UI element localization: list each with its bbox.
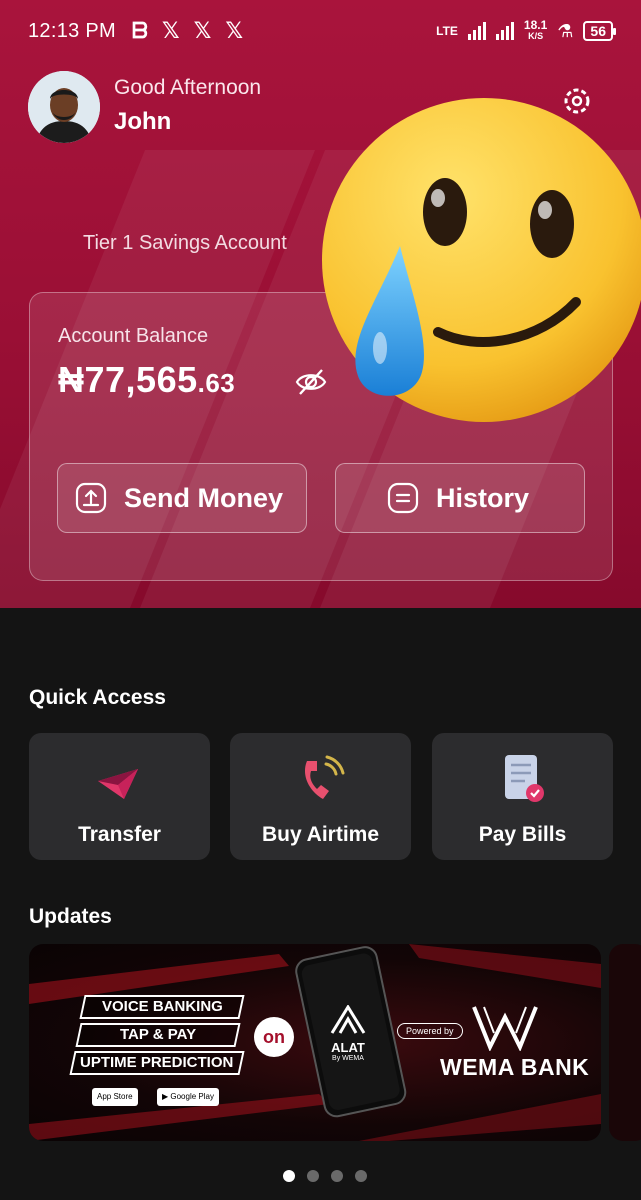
history-button[interactable]: History [335,463,585,533]
powered-by-badge: Powered by [397,1023,463,1039]
banner-on-badge: on [254,1017,294,1057]
user-name: John [114,108,172,135]
quick-access-title: Quick Access [29,686,166,709]
b-app-icon: ᗷ [132,18,148,43]
banner-pagination [283,1170,367,1182]
greeting-text: Good Afternoon [114,76,262,99]
x-icon: 𝕏 [161,18,180,43]
banner-feature-voice-banking: VOICE BANKING [79,995,245,1019]
account-tier-label[interactable]: Tier 1 Savings Account [83,232,287,255]
quick-access-transfer[interactable]: Transfer [29,733,210,860]
wema-logo-icon [472,1006,538,1051]
updates-title: Updates [29,905,112,928]
quick-access-buy-airtime[interactable]: Buy Airtime [230,733,411,860]
transfer-plane-icon [98,769,138,799]
pagination-dot-2[interactable] [307,1170,319,1182]
quick-access-pay-bills[interactable]: Pay Bills [432,733,613,860]
quick-access-label: Buy Airtime [261,823,380,846]
network-speed: 18.1 K/S [523,18,548,41]
quick-access-label: Pay Bills [478,823,567,846]
app-store-badge: App Store [92,1088,138,1106]
send-money-button[interactable]: Send Money [57,463,307,533]
banner-feature-tap-pay: TAP & PAY [75,1023,241,1047]
x-icon: 𝕏 [193,18,212,43]
quick-access-label: Transfer [78,823,161,846]
alat-logo-icon [330,1004,366,1034]
avatar[interactable] [28,71,100,143]
wema-bank-name: WEMA BANK [440,1054,590,1080]
network-label: LTE [436,24,458,38]
bill-document-icon [505,755,544,802]
balance-label: Account Balance [58,325,209,347]
status-bar: 12:13 PM ᗷ 𝕏 𝕏 𝕏 LTE 18.1 K/S ⚗ 56 [0,0,641,62]
signal-icon [467,22,486,40]
status-time: 12:13 PM [28,19,117,42]
battery-icon: 56 [583,21,616,41]
crying-smile-emoji-icon [322,98,641,422]
banner-feature-uptime: UPTIME PREDICTION [69,1051,245,1075]
alat-logo: ALAT By WEMA [318,1004,378,1062]
balance-amount: ₦77,565.63 [58,359,236,400]
phone-signal-icon [304,755,345,799]
pagination-dot-4[interactable] [355,1170,367,1182]
history-list-icon [387,482,419,514]
pagination-dot-3[interactable] [331,1170,343,1182]
signal-icon [495,22,514,40]
flask-icon: ⚗ [557,20,574,41]
next-banner-peek[interactable] [609,944,641,1141]
greeting-block: Good Afternoon John [114,76,261,136]
pagination-dot-1[interactable] [283,1170,295,1182]
google-play-badge: ▶ Google Play [157,1088,219,1106]
user-photo-icon [28,71,100,143]
status-indicators: LTE 18.1 K/S ⚗ 56 [436,18,616,42]
upload-icon [75,482,107,514]
notification-icons: ᗷ 𝕏 𝕏 𝕏 [132,18,243,44]
x-icon: 𝕏 [225,18,244,43]
